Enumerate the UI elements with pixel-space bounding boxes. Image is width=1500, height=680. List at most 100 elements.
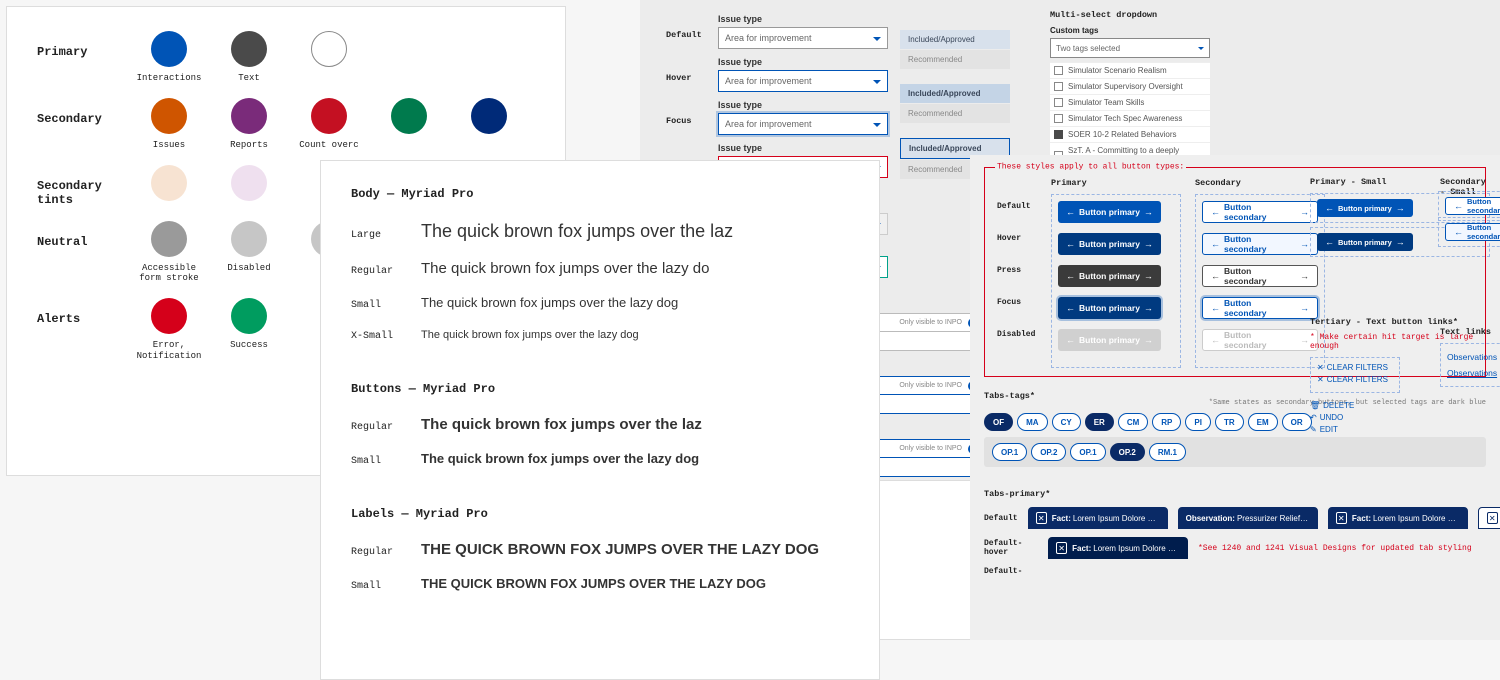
primary-tab-outline[interactable]: ✕Fact:Lorem Ipsum Dolore Set…: [1478, 507, 1500, 529]
issue-type-select[interactable]: Area for improvement: [718, 70, 888, 92]
tag-or[interactable]: OR: [1282, 413, 1312, 431]
color-row-label: Neutral: [37, 221, 129, 249]
button-primary[interactable]: ←Button primary→: [1058, 201, 1161, 223]
state-label: Default: [984, 514, 1018, 523]
type-sample: The quick brown fox jumps over the lazy …: [421, 451, 699, 466]
type-sample: The quick brown fox jumps over the laz: [421, 221, 733, 242]
type-sample: The quick brown fox jumps over the laz: [421, 416, 702, 433]
color-swatch: Issues: [129, 98, 209, 151]
state-label: Hover: [666, 57, 718, 83]
button-secondary-small-hover[interactable]: ←Button secondary: [1445, 223, 1500, 241]
color-swatch: Accessible form stroke: [129, 221, 209, 285]
type-sample: THE QUICK BROWN FOX JUMPS OVER THE LAZY …: [421, 576, 766, 591]
list-item[interactable]: Included/Approved: [900, 30, 1010, 49]
checkbox-icon[interactable]: [1054, 66, 1063, 75]
button-secondary[interactable]: ←Button secondary→: [1202, 329, 1318, 351]
button-secondary[interactable]: ←Button secondary→: [1202, 201, 1318, 223]
state-label: Press: [997, 266, 1035, 298]
edit-link[interactable]: ✎EDIT: [1310, 425, 1490, 434]
tag-op-2[interactable]: OP.2: [1110, 443, 1145, 461]
issue-type-select[interactable]: Area for improvement: [718, 113, 888, 135]
text-link[interactable]: Observations: [1447, 349, 1500, 365]
side-column: Primary - Small ←Button primary→ ←Button…: [1310, 177, 1490, 437]
primary-tab-hover[interactable]: ✕Fact:Lorem Ipsum Dolore Set …: [1048, 537, 1188, 559]
labels-heading: Labels — Myriad Pro: [351, 507, 488, 521]
button-primary[interactable]: ←Button primary→: [1058, 265, 1161, 287]
size-label: Small: [351, 581, 421, 592]
size-label: Small: [351, 456, 421, 467]
size-label: Small: [351, 300, 421, 311]
color-swatch: Disabled: [209, 221, 289, 285]
list-item-hover[interactable]: Included/Approved: [900, 84, 1010, 103]
visibility-note: Only visible to INPO: [899, 382, 962, 389]
tag-op-2[interactable]: OP.2: [1031, 443, 1066, 461]
tabs-tags-head: Tabs-tags*: [984, 391, 1035, 401]
tag-cm[interactable]: CM: [1118, 413, 1148, 431]
ms-select[interactable]: Two tags selected: [1050, 38, 1210, 58]
state-label: Disabled: [997, 330, 1035, 362]
ptab-note: *See 1240 and 1241 Visual Designs for up…: [1198, 544, 1472, 553]
checkbox-icon[interactable]: [1054, 114, 1063, 123]
state-label: Default-hover: [984, 539, 1038, 557]
list-item[interactable]: Recommended: [900, 104, 1010, 123]
button-primary[interactable]: ←Button primary→: [1058, 233, 1161, 255]
size-label: Large: [351, 230, 421, 241]
tag-ma[interactable]: MA: [1017, 413, 1047, 431]
button-secondary-small[interactable]: ←Button secondary: [1445, 197, 1500, 215]
clear-filters-link[interactable]: ✕CLEAR FILTERS: [1317, 375, 1393, 384]
primary-tab[interactable]: Observation:Pressurizer Relief Val…: [1178, 507, 1318, 529]
color-swatch: [369, 98, 449, 151]
tag-op-1[interactable]: OP.1: [992, 443, 1027, 461]
text-link-hover[interactable]: Observations: [1447, 365, 1500, 381]
state-label: Default: [666, 14, 718, 40]
tag-pi[interactable]: PI: [1185, 413, 1211, 431]
button-primary[interactable]: ←Button primary→: [1058, 329, 1161, 351]
ms-label: Custom tags: [1050, 26, 1210, 35]
visibility-note: Only visible to INPO: [899, 445, 962, 452]
ms-option[interactable]: SOER 10-2 Related Behaviors: [1050, 126, 1210, 142]
tag-rm-1[interactable]: RM.1: [1149, 443, 1186, 461]
ms-option[interactable]: Simulator Supervisory Oversight: [1050, 78, 1210, 94]
button-secondary[interactable]: ←Button secondary→: [1202, 265, 1318, 287]
col-head: Secondary: [1195, 178, 1325, 188]
color-swatch: Success: [209, 298, 289, 362]
tag-er[interactable]: ER: [1085, 413, 1114, 431]
tag-of[interactable]: OF: [984, 413, 1013, 431]
color-swatch: [289, 31, 369, 84]
ms-option[interactable]: Simulator Scenario Realism: [1050, 62, 1210, 78]
checkbox-icon[interactable]: [1054, 98, 1063, 107]
state-label: Focus: [997, 298, 1035, 330]
tag-em[interactable]: EM: [1248, 413, 1278, 431]
list-item[interactable]: Recommended: [900, 50, 1010, 69]
tag-cy[interactable]: CY: [1052, 413, 1081, 431]
ms-option[interactable]: Simulator Team Skills: [1050, 94, 1210, 110]
size-label: X-Small: [351, 331, 421, 342]
type-sample: The quick brown fox jumps over the lazy …: [421, 260, 709, 277]
button-primary-small[interactable]: ←Button primary→: [1317, 199, 1413, 217]
tag-tr[interactable]: TR: [1215, 413, 1244, 431]
typography-panel: Body — Myriad Pro Large The quick brown …: [320, 160, 880, 680]
button-secondary[interactable]: ←Button secondary→: [1202, 233, 1318, 255]
color-swatch: Text: [209, 31, 289, 84]
field-label: Issue type: [718, 14, 888, 24]
issue-type-select[interactable]: Area for improvement: [718, 27, 888, 49]
size-label: Regular: [351, 547, 421, 558]
button-primary-small-hover[interactable]: ←Button primary→: [1317, 233, 1413, 251]
buttons-heading: Buttons — Myriad Pro: [351, 382, 495, 396]
primary-tab[interactable]: ✕Fact:Lorem Ipsum Dolore Set…: [1328, 507, 1468, 529]
state-label: Hover: [997, 234, 1035, 266]
checkbox-icon[interactable]: [1054, 82, 1063, 91]
ms-option[interactable]: Simulator Tech Spec Awareness: [1050, 110, 1210, 126]
button-secondary[interactable]: ←Button secondary→: [1202, 297, 1318, 319]
button-primary[interactable]: ←Button primary→: [1058, 297, 1161, 319]
clear-filters-link[interactable]: ✕CLEAR FILTERS: [1317, 363, 1393, 372]
checkbox-icon[interactable]: [1054, 130, 1063, 139]
body-heading: Body — Myriad Pro: [351, 187, 473, 201]
tag-op-1[interactable]: OP.1: [1070, 443, 1105, 461]
color-swatch: Reports: [209, 98, 289, 151]
primary-tab[interactable]: ✕Fact:Lorem Ipsum Dolore Set …: [1028, 507, 1168, 529]
undo-link[interactable]: ↶UNDO: [1310, 413, 1490, 422]
color-row-label: Secondary tints: [37, 165, 129, 207]
tag-rp[interactable]: RP: [1152, 413, 1181, 431]
delete-link[interactable]: 🗑DELETE: [1310, 401, 1490, 410]
